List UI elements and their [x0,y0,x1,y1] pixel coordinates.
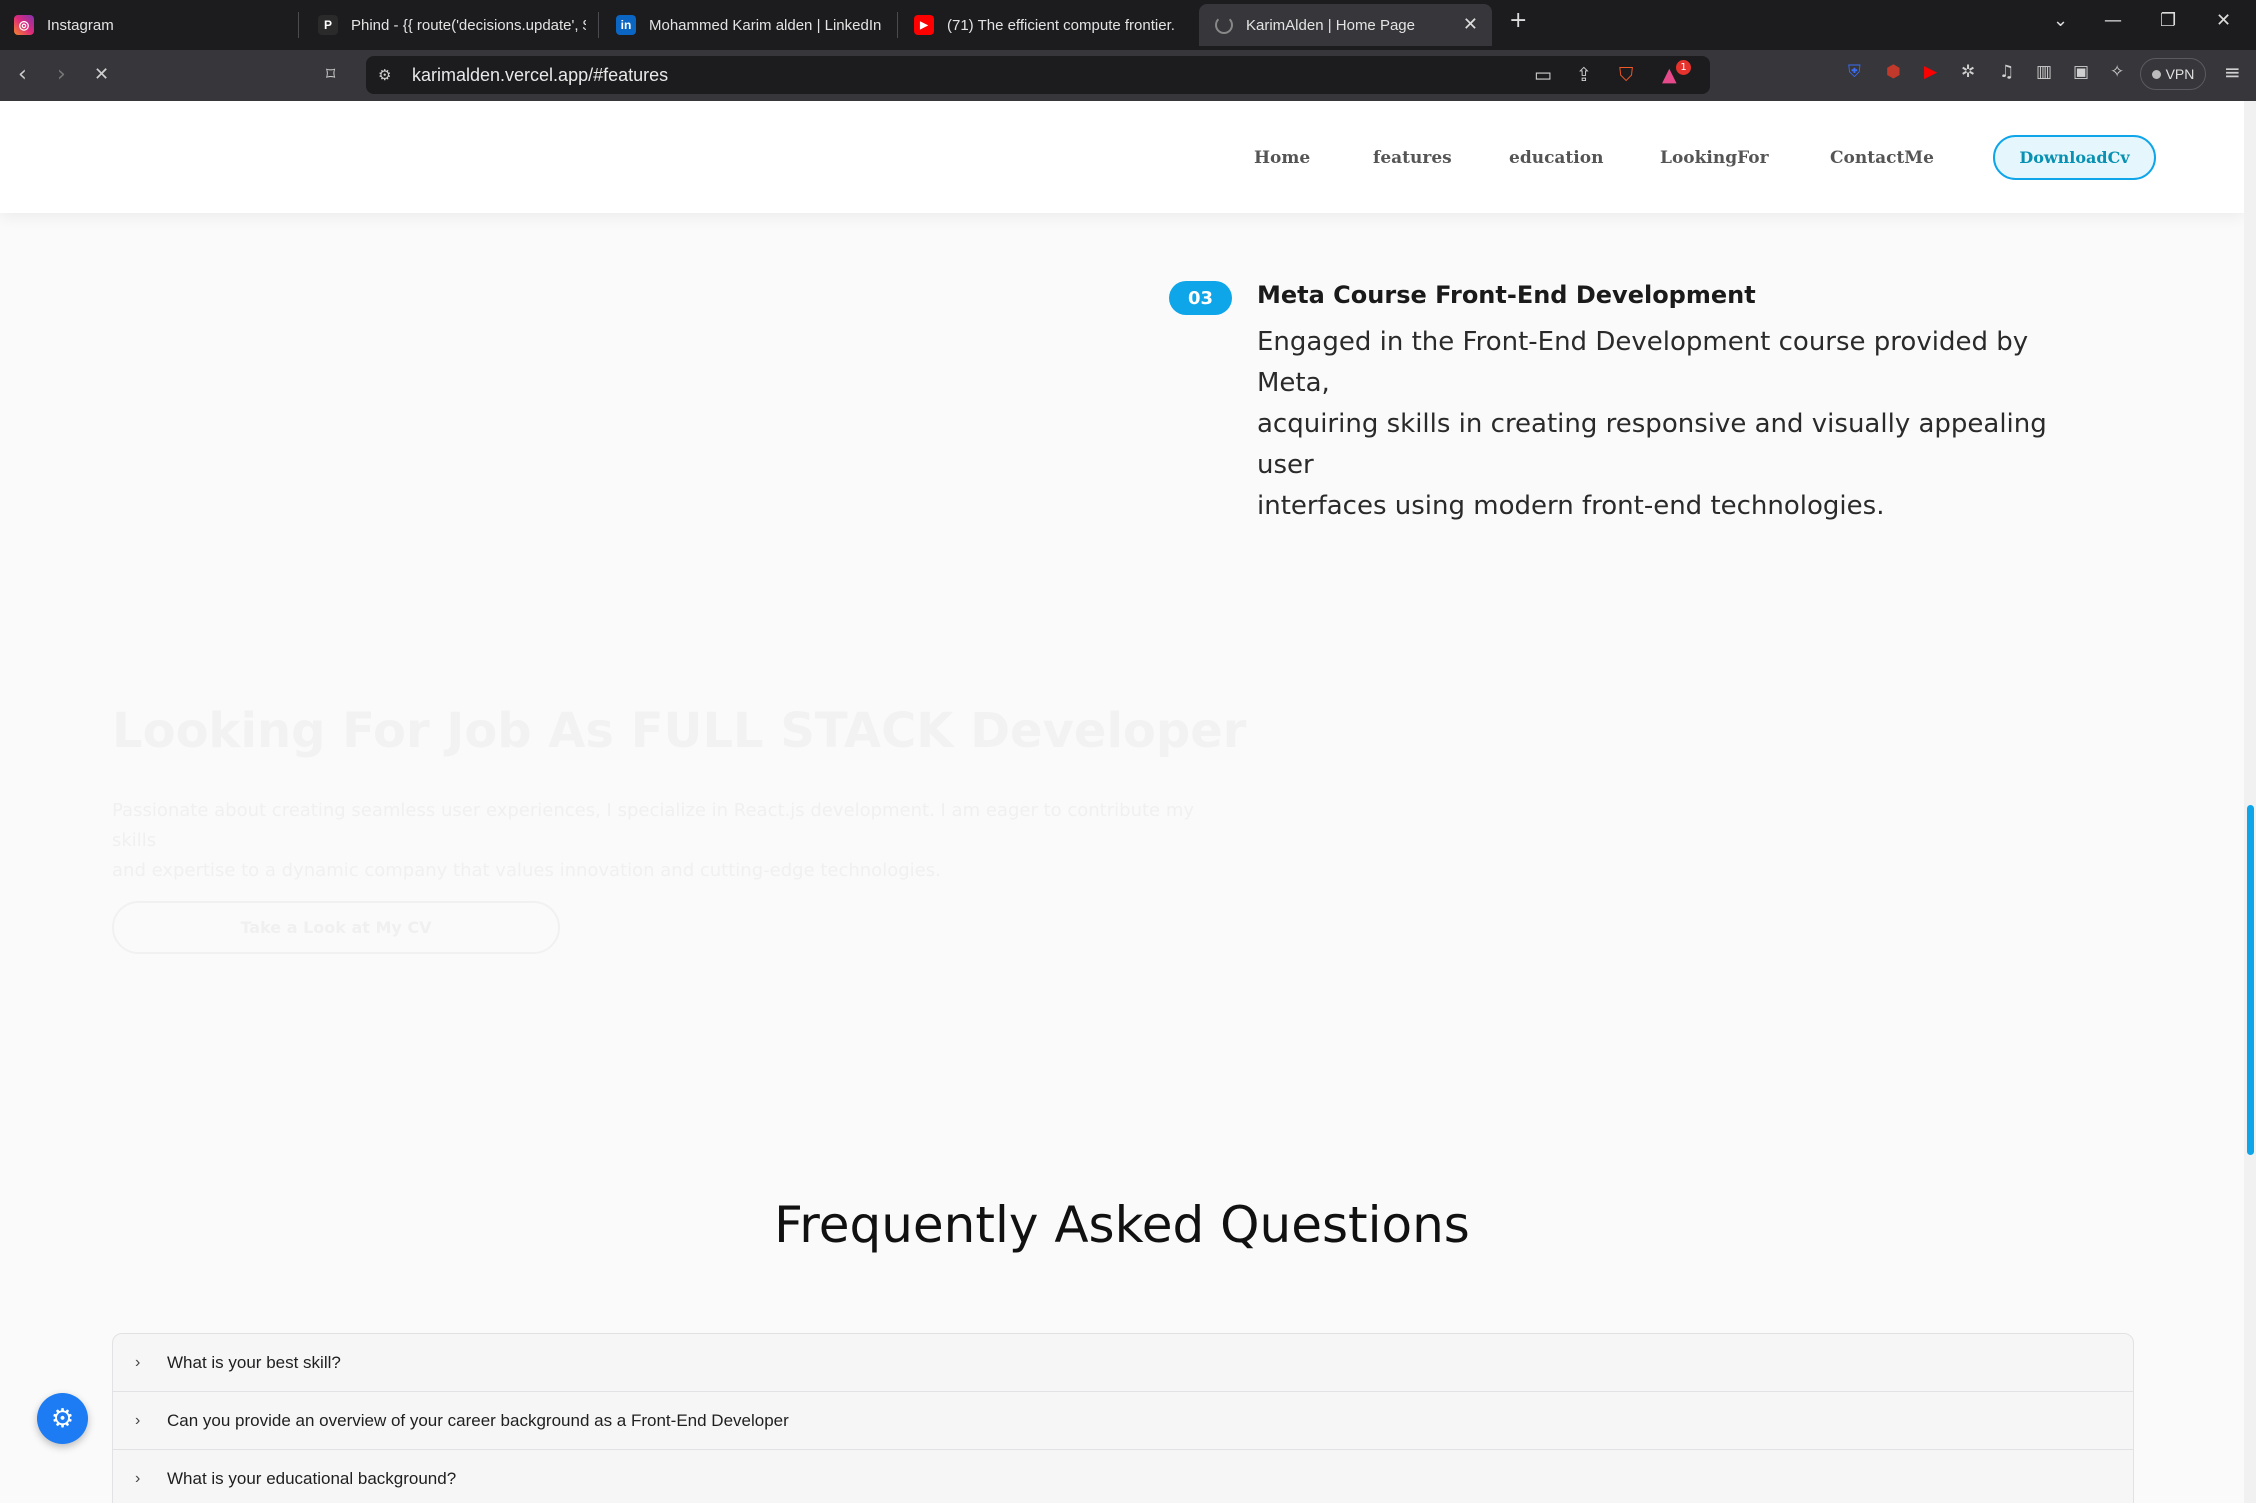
brave-rewards-icon[interactable]: ▲ [1662,64,1677,86]
tab-phind[interactable]: P Phind - {{ route('decisions.update', $ [318,4,586,46]
nav-features[interactable]: features [1373,148,1452,168]
cast-icon[interactable]: ▭ [1534,64,1552,86]
bookmark-icon[interactable]: ⌑ [326,64,335,85]
page-scrollbar[interactable] [2244,101,2256,1503]
looking-for-title: Looking For Job As FULL STACK Developer [112,703,1247,759]
vpn-button[interactable]: VPN [2140,58,2206,90]
faq-question: What is your best skill? [167,1352,341,1372]
sidebar-icon[interactable]: ▥ [2036,62,2052,82]
view-cv-button[interactable]: Take a Look at My CV [112,901,560,954]
chevron-right-icon: › [135,1411,141,1429]
faq-question: What is your educational background? [167,1468,457,1488]
youtube-extension-icon[interactable]: ▶ [1924,62,1937,82]
nav-contact-me[interactable]: ContactMe [1830,148,1934,168]
settings-gear-button[interactable]: ⚙ [37,1393,88,1444]
bitwarden-icon[interactable]: ⛨ [1848,62,1861,82]
close-window-icon[interactable]: ✕ [2216,10,2231,31]
leo-ai-icon[interactable]: ✧ [2110,62,2124,82]
web-page: Home features education LookingFor Conta… [0,101,2256,1503]
download-cv-button[interactable]: DownloadCv [1993,135,2156,180]
instagram-icon: ◎ [14,15,34,35]
site-header: Home features education LookingFor Conta… [0,101,2244,213]
nav-looking-for[interactable]: LookingFor [1660,148,1769,168]
faq-accordion: › What is your best skill? › Can you pro… [112,1333,2134,1503]
forward-icon[interactable]: › [57,62,66,87]
brave-shields-icon[interactable]: ⛉ [1619,64,1633,86]
back-icon[interactable]: ‹ [18,62,27,87]
browser-toolbar: ‹ › ✕ ⌑ ⚙ karimalden.vercel.app/#feature… [0,50,2256,101]
nav-home[interactable]: Home [1254,148,1310,168]
faq-title: Frequently Asked Questions [774,1196,1470,1254]
media-icon[interactable]: ♫ [1999,62,2014,82]
new-tab-icon[interactable]: + [1509,8,1527,33]
description-line: and expertise to a dynamic company that … [112,860,941,881]
education-number-badge: 03 [1169,281,1232,315]
nav-education[interactable]: education [1509,148,1603,168]
description-line: interfaces using modern front-end techno… [1257,491,1885,521]
faq-question: Can you provide an overview of your care… [167,1410,789,1430]
tab-title: Mohammed Karim alden | LinkedIn [649,16,882,34]
description-line: acquiring skills in creating responsive … [1257,409,2047,480]
share-icon[interactable]: ⇪ [1576,64,1592,86]
tab-divider [598,12,599,38]
looking-for-description: Passionate about creating seamless user … [112,796,1212,886]
faq-item[interactable]: › What is your educational background? [113,1450,2133,1503]
faq-item[interactable]: › What is your best skill? [113,1334,2133,1392]
scrollbar-thumb[interactable] [2247,805,2254,1155]
education-item-description: Engaged in the Front-End Development cou… [1257,322,2097,527]
faq-item[interactable]: › Can you provide an overview of your ca… [113,1392,2133,1450]
chevron-right-icon: › [135,1469,141,1487]
restore-icon[interactable]: ❐ [2160,10,2176,31]
tab-title: (71) The efficient compute frontier. [947,16,1175,34]
tab-instagram[interactable]: ◎ Instagram [14,4,294,46]
vpn-label: VPN [2165,66,2195,82]
menu-icon[interactable]: ≡ [2224,60,2241,84]
gear-icon: ⚙ [50,1403,75,1434]
tab-title: KarimAlden | Home Page [1246,16,1415,34]
youtube-icon: ▶ [914,15,934,35]
url-text[interactable]: karimalden.vercel.app/#features [412,65,668,86]
site-settings-icon[interactable]: ⚙ [378,66,391,84]
browser-tab-strip: ◎ Instagram P Phind - {{ route('decision… [0,0,2256,50]
close-tab-icon[interactable]: ✕ [1463,14,1478,35]
notification-badge: 1 [1676,60,1691,75]
vpn-status-icon [2151,69,2161,79]
tab-title: Phind - {{ route('decisions.update', $ [351,16,586,34]
stop-loading-icon[interactable]: ✕ [94,64,109,85]
minimize-icon[interactable]: — [2104,10,2122,31]
description-line: Engaged in the Front-End Development cou… [1257,327,2029,398]
tab-linkedin[interactable]: in Mohammed Karim alden | LinkedIn [616,4,886,46]
tab-title: Instagram [47,16,114,34]
tab-divider [298,12,299,38]
extensions-icon[interactable]: ✲ [1961,62,1975,82]
tab-list-chevron-icon[interactable]: ⌄ [2053,10,2068,31]
loading-spinner-icon [1215,16,1233,34]
ublock-icon[interactable]: ⬢ [1886,62,1901,82]
address-bar[interactable]: ⚙ karimalden.vercel.app/#features ▭ ⇪ ⛉ … [366,56,1710,94]
education-item-title: Meta Course Front-End Development [1257,281,1756,309]
tab-youtube[interactable]: ▶ (71) The efficient compute frontier. [914,4,1176,46]
phind-icon: P [318,15,338,35]
description-line: Passionate about creating seamless user … [112,800,1195,851]
linkedin-icon: in [616,15,636,35]
chevron-right-icon: › [135,1353,141,1371]
tab-divider [897,12,898,38]
wallet-icon[interactable]: ▣ [2073,62,2089,82]
tab-karimalden[interactable]: KarimAlden | Home Page ✕ [1199,4,1492,46]
